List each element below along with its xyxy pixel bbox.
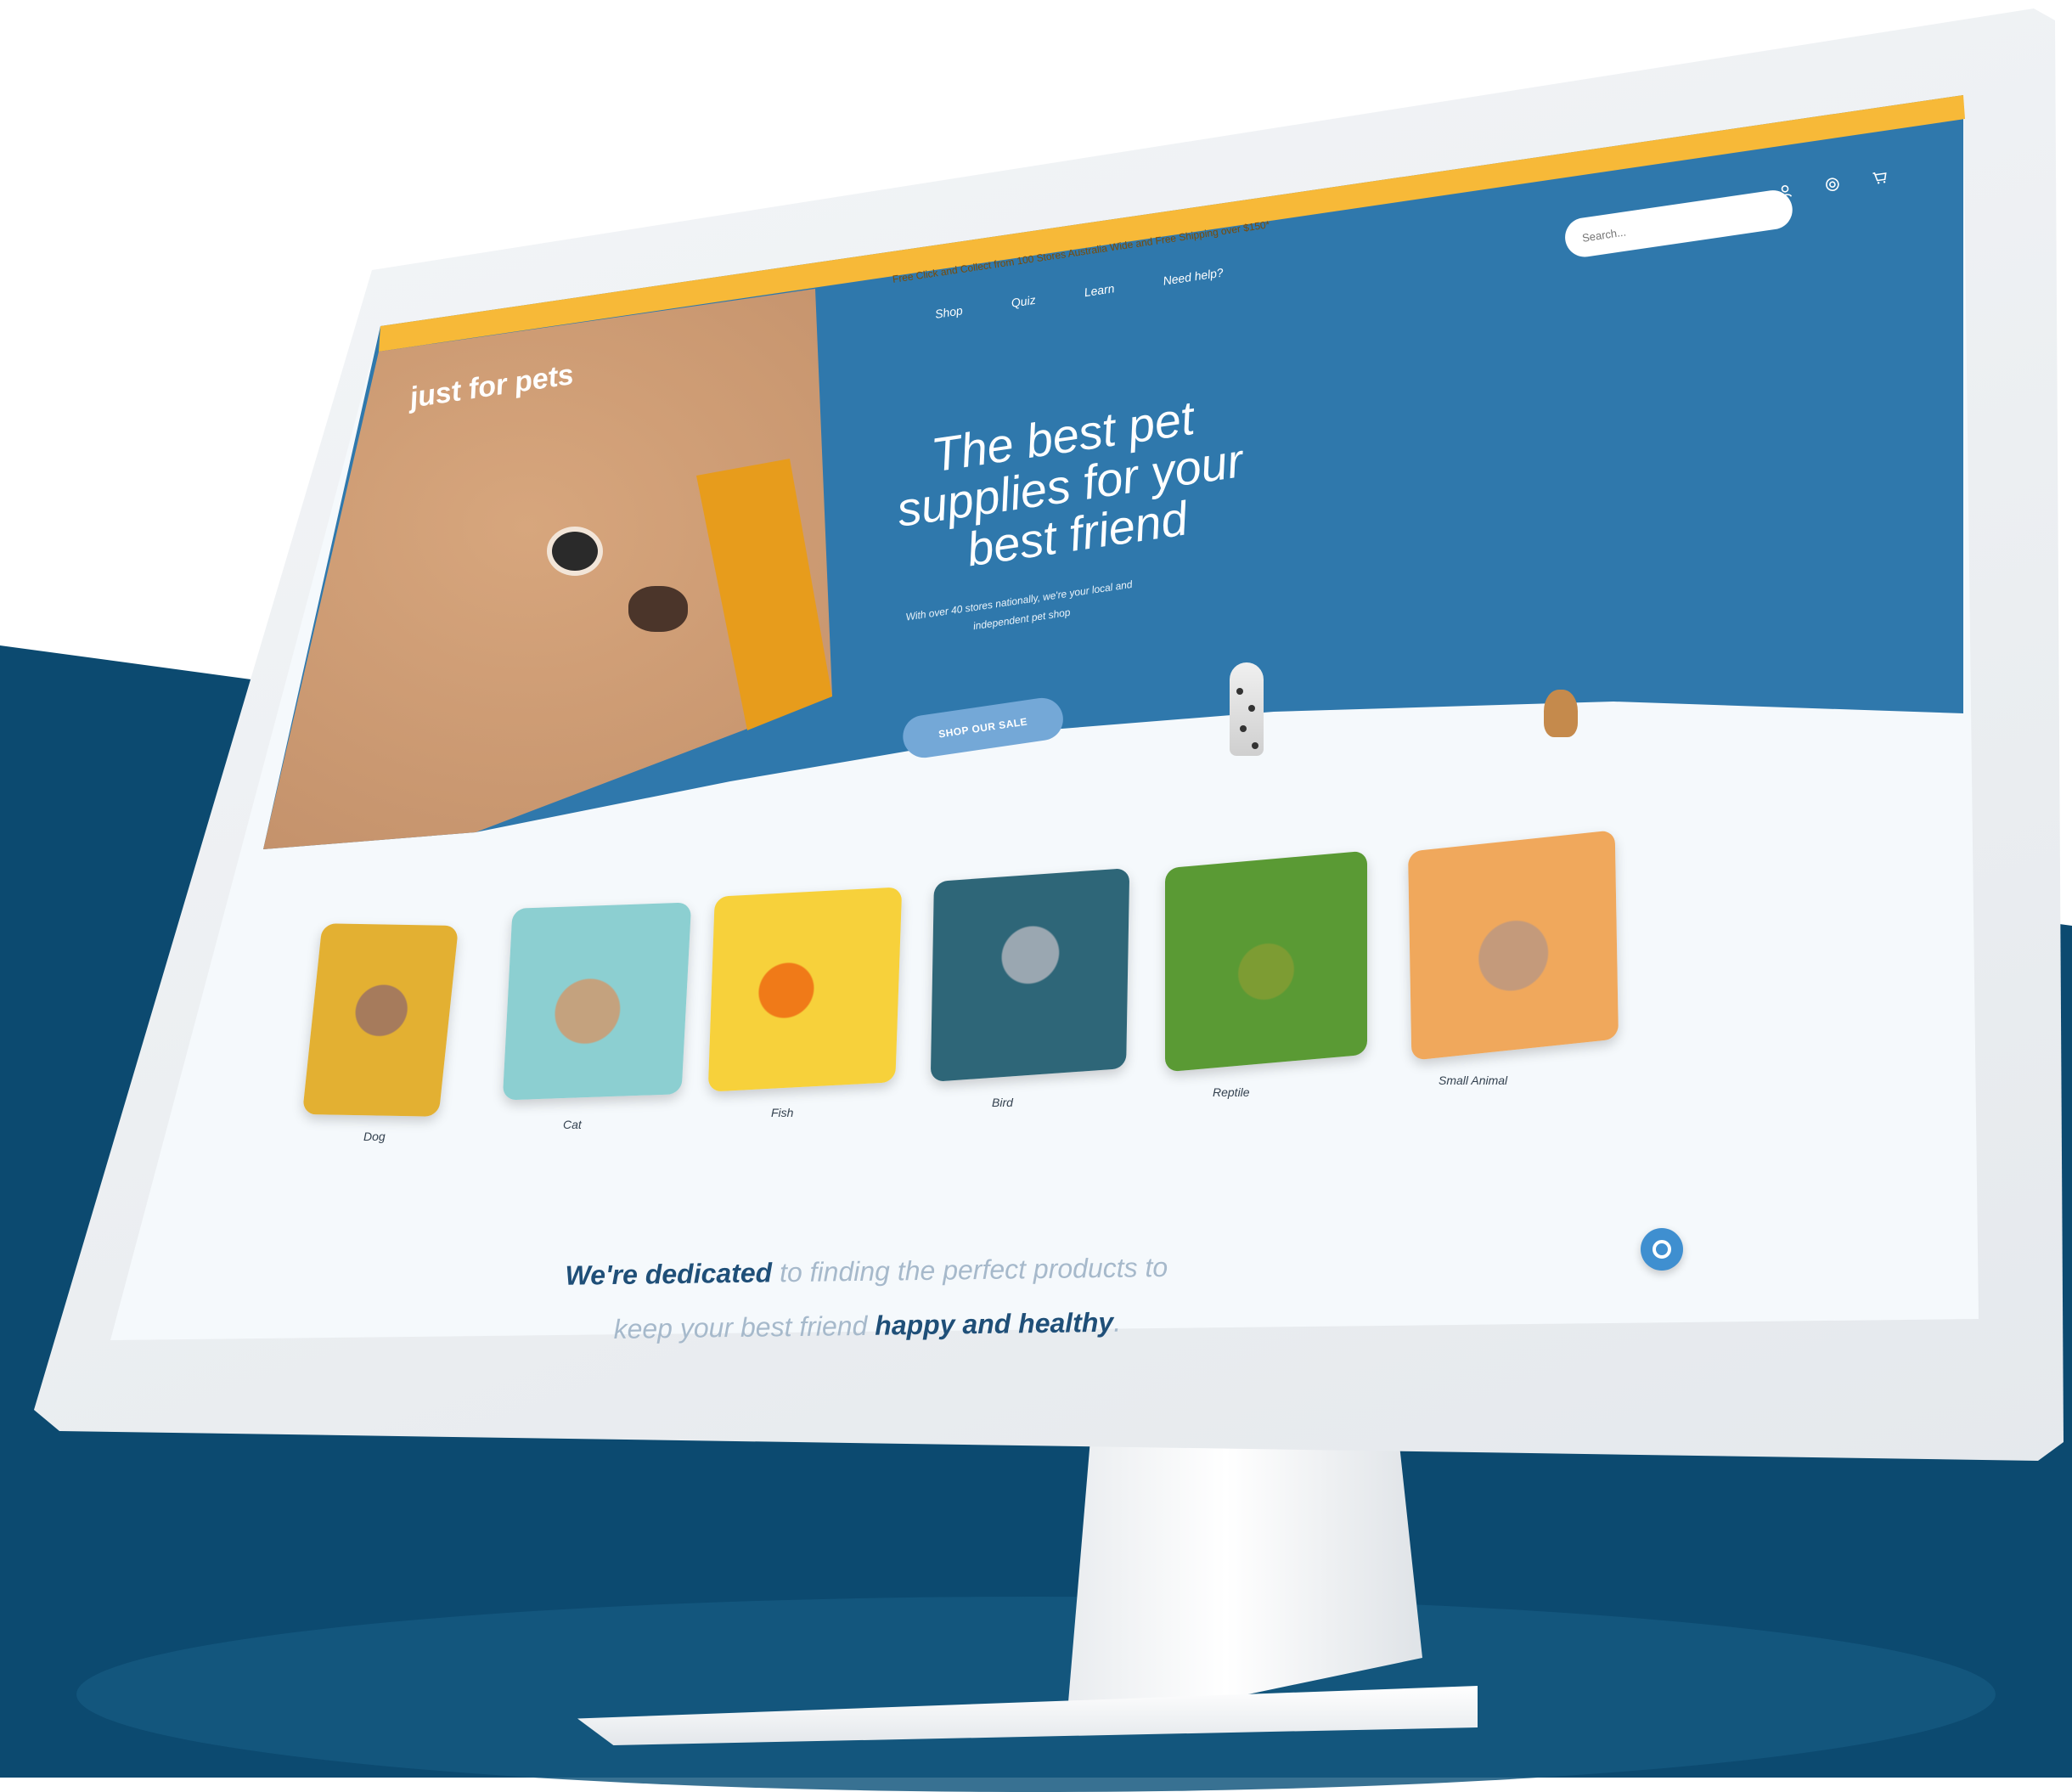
category-tile-bird[interactable]: [930, 867, 1130, 1083]
chihuahua-figurine: [1544, 690, 1578, 737]
floor-shadow: [76, 1597, 1996, 1792]
mission-period: .: [1112, 1306, 1122, 1338]
category-label-reptile[interactable]: Reptile: [1213, 1085, 1250, 1099]
mission-emphasis-1: We're dedicated: [565, 1257, 773, 1291]
dog-nose: [628, 586, 688, 632]
cart-icon[interactable]: [1869, 167, 1890, 189]
chat-bubble-icon[interactable]: [1641, 1228, 1683, 1271]
dog-eye: [547, 527, 603, 576]
category-label-small-animal[interactable]: Small Animal: [1439, 1074, 1507, 1087]
rewards-icon[interactable]: [1821, 174, 1843, 195]
mission-statement: We're dedicated to finding the perfect p…: [552, 1240, 1182, 1357]
category-tile-dog[interactable]: [301, 923, 459, 1117]
category-tile-fish[interactable]: [707, 887, 903, 1092]
user-icon[interactable]: [1775, 181, 1796, 202]
category-label-bird[interactable]: Bird: [992, 1096, 1013, 1109]
category-label-dog[interactable]: Dog: [363, 1130, 386, 1143]
category-label-fish[interactable]: Fish: [771, 1106, 793, 1119]
dalmatian-figurine: [1230, 662, 1264, 756]
category-tile-cat[interactable]: [502, 902, 692, 1101]
category-tile-small-animal[interactable]: [1408, 830, 1619, 1061]
category-label-cat[interactable]: Cat: [563, 1118, 582, 1131]
mission-emphasis-2: happy and healthy: [875, 1306, 1114, 1341]
category-tile-reptile[interactable]: [1165, 850, 1367, 1073]
